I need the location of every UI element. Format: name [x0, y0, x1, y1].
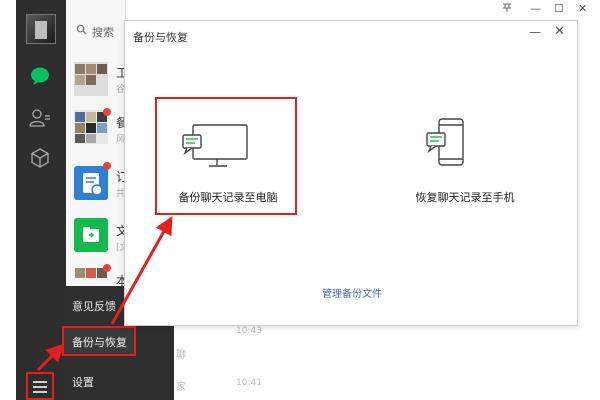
- annotation-arrows: [36, 216, 173, 372]
